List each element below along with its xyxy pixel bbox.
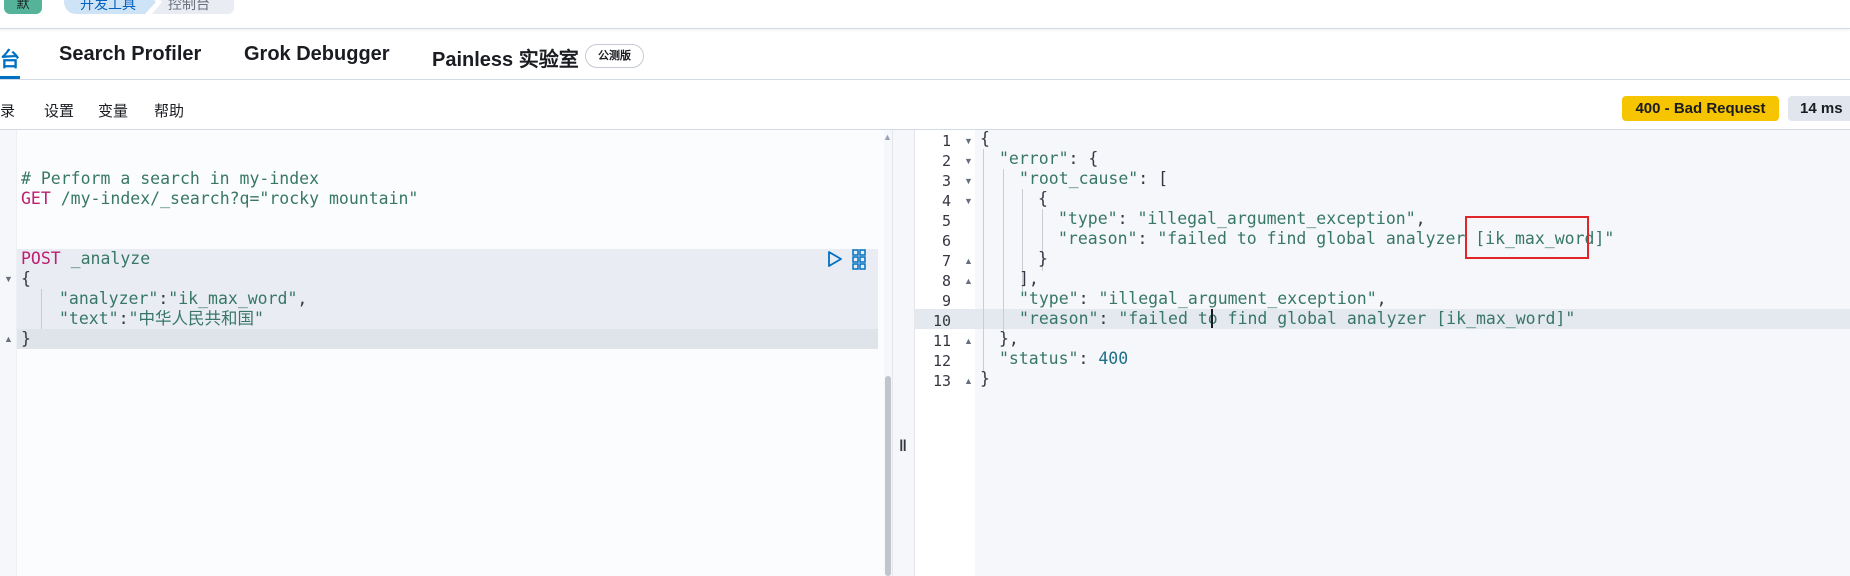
indent-guide — [983, 149, 984, 371]
response-line-8: ], — [1019, 269, 1039, 288]
response-line-1: { — [980, 130, 990, 148]
history-link[interactable]: 记录 — [0, 100, 15, 121]
tab-search-profiler[interactable]: Search Profiler — [59, 43, 201, 66]
code-line-open-brace: { — [21, 269, 31, 288]
response-line-9: "type": "illegal_argument_exception", — [1019, 289, 1387, 308]
fold-open-icon[interactable]: ▼ — [4, 274, 13, 284]
line-number: 6 — [941, 232, 951, 250]
dev-tools-tabs: 台 Search Profiler Grok Debugger Painless… — [0, 29, 1850, 80]
response-line-11: }, — [999, 329, 1019, 348]
code-line-analyzer: "analyzer":"ik_max_word", — [59, 289, 308, 308]
drag-handle-icon[interactable]: ‖ — [899, 438, 907, 456]
response-time-badge: 14 ms — [1788, 96, 1850, 121]
fold-close-icon[interactable]: ▲ — [4, 334, 13, 344]
request-editor[interactable]: # Perform a search in my-index GET /my-i… — [0, 130, 892, 576]
code-line-get: GET /my-index/_search?q="rocky mountain" — [21, 189, 419, 208]
response-line-2: "error": { — [999, 149, 1099, 168]
top-header: 默 开发工具 控制台 — [0, 0, 1850, 29]
code-line-comment: # Perform a search in my-index — [21, 169, 320, 188]
active-line — [17, 329, 878, 349]
line-number: 5 — [941, 212, 951, 230]
fold-open-icon[interactable]: ▼ — [964, 196, 973, 206]
play-icon[interactable] — [826, 249, 844, 269]
breadcrumb-console: 控制台 — [152, 0, 234, 14]
response-gutter: 1 2 3 4 5 6 7 8 9 10 11 12 13 ▼ ▼ ▼ ▼ ▲ … — [915, 130, 975, 576]
code-line-close-brace: } — [21, 329, 31, 348]
text-cursor — [1211, 309, 1213, 328]
indent-guide — [1003, 169, 1004, 331]
fold-open-icon[interactable]: ▼ — [964, 176, 973, 186]
request-gutter — [0, 130, 17, 576]
fold-close-icon[interactable]: ▲ — [964, 336, 973, 346]
tab-grok-debugger[interactable]: Grok Debugger — [244, 43, 390, 66]
scroll-up-icon[interactable]: ▲ — [883, 132, 892, 142]
fold-open-icon[interactable]: ▼ — [964, 136, 973, 146]
response-line-12: "status": 400 — [999, 349, 1129, 368]
variables-link[interactable]: 变量 — [98, 100, 128, 121]
line-number: 10 — [932, 312, 951, 330]
response-line-5: "type": "illegal_argument_exception", — [1058, 209, 1426, 228]
code-line-post: POST _analyze — [21, 249, 151, 268]
annotation-highlight-box — [1465, 216, 1589, 259]
line-number: 3 — [941, 172, 951, 190]
settings-link[interactable]: 设置 — [44, 100, 74, 121]
beta-badge: 公测版 — [585, 44, 644, 68]
fold-close-icon[interactable]: ▲ — [964, 376, 973, 386]
request-options-icon[interactable] — [852, 248, 866, 270]
space-avatar[interactable]: 默 — [4, 0, 42, 14]
line-number: 8 — [941, 272, 951, 290]
response-line-4: { — [1038, 189, 1048, 208]
line-number: 11 — [932, 332, 951, 350]
line-number: 2 — [941, 152, 951, 170]
line-number: 13 — [932, 372, 951, 390]
line-number: 9 — [941, 292, 951, 310]
fold-close-icon[interactable]: ▲ — [964, 256, 973, 266]
line-number: 12 — [932, 352, 951, 370]
response-line-13: } — [980, 369, 990, 388]
help-link[interactable]: 帮助 — [154, 100, 184, 121]
console-app: 默 开发工具 控制台 台 Search Profiler Grok Debugg… — [0, 0, 1850, 576]
response-line-3: "root_cause": [ — [1019, 169, 1169, 188]
breadcrumb-dev-tools[interactable]: 开发工具 — [64, 0, 156, 14]
fold-open-icon[interactable]: ▼ — [964, 156, 973, 166]
line-number: 7 — [941, 252, 951, 270]
tab-console[interactable]: 台 — [0, 43, 20, 72]
response-line-10: "reason": "failed to find global analyze… — [1019, 309, 1576, 328]
indent-guide — [41, 289, 42, 329]
console-toolbar: 记录 设置 变量 帮助 400 - Bad Request 14 ms — [0, 80, 1850, 130]
fold-close-icon[interactable]: ▲ — [964, 276, 973, 286]
request-scrollbar-thumb[interactable] — [885, 376, 891, 576]
response-status-badge: 400 - Bad Request — [1622, 96, 1779, 121]
active-tab-underline — [0, 76, 20, 79]
code-line-text: "text":"中华人民共和国" — [59, 309, 264, 328]
panel-resizer[interactable]: ‖ — [892, 130, 915, 576]
line-number: 1 — [941, 132, 951, 150]
line-number: 4 — [941, 192, 951, 210]
response-line-7: } — [1038, 249, 1048, 268]
response-viewer[interactable]: 1 2 3 4 5 6 7 8 9 10 11 12 13 ▼ ▼ ▼ ▼ ▲ … — [915, 130, 1850, 576]
tab-painless-lab[interactable]: Painless 实验室 — [432, 43, 579, 72]
